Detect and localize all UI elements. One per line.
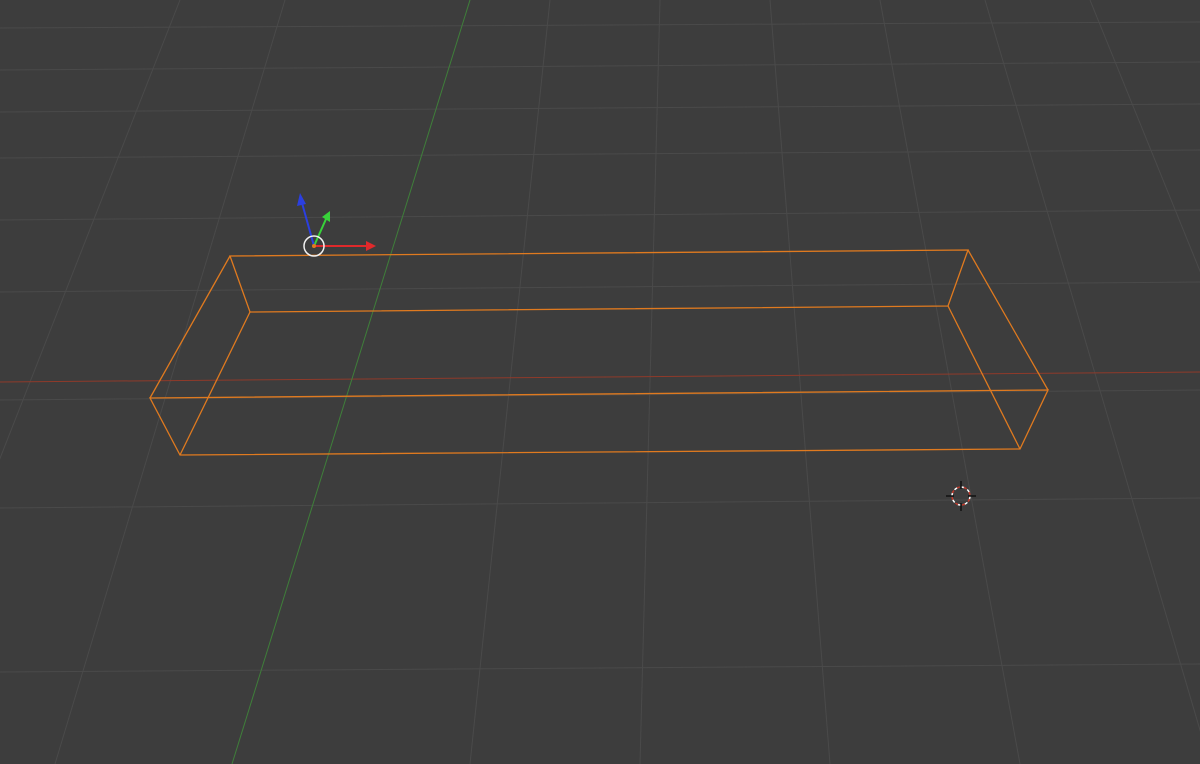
grid-line [639, 0, 661, 764]
grid-line [0, 103, 1200, 113]
grid-line [879, 0, 1021, 764]
y-axis-line [231, 0, 471, 764]
grid-line [0, 209, 1200, 221]
viewport-canvas[interactable] [0, 0, 1200, 764]
gizmo-x-arrowhead[interactable] [366, 241, 376, 251]
move-gizmo-icon[interactable] [297, 193, 376, 257]
3d-cursor-icon[interactable] [946, 481, 976, 511]
grid-line [0, 663, 1200, 673]
object-origin-icon [312, 244, 316, 248]
grid-line [0, 281, 1200, 293]
box-top-face [229, 249, 969, 313]
grid-line [0, 149, 1200, 159]
box-bottom-face [148, 389, 1050, 456]
grid-line [984, 0, 1200, 732]
grid-line [0, 61, 1200, 71]
gizmo-z-arrowhead[interactable] [297, 193, 306, 206]
grid-line [54, 0, 286, 764]
x-axis-line [0, 371, 1200, 383]
gizmo-y-axis[interactable] [313, 218, 327, 247]
grid-line [469, 0, 551, 764]
grid-line [1089, 0, 1200, 273]
gizmo-z-axis[interactable] [301, 202, 315, 247]
cursor-ring [951, 486, 971, 506]
3d-viewport[interactable] [0, 0, 1200, 764]
grid-line [0, 497, 1200, 509]
box-edge [179, 311, 251, 456]
floor-grid [0, 0, 1200, 764]
grid-line [769, 0, 831, 764]
grid-line [0, 389, 1200, 401]
grid-line [0, 21, 1200, 29]
selected-box-wireframe[interactable] [148, 249, 1050, 456]
